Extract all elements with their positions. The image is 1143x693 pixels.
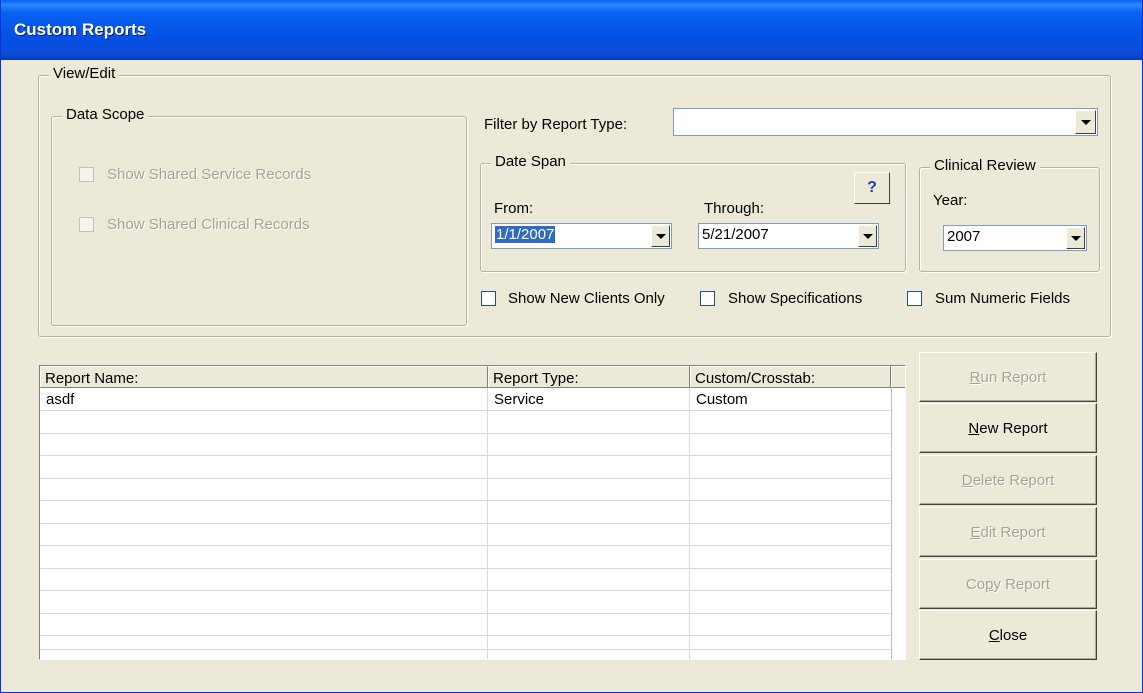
date-span-help-button[interactable]: ? (854, 172, 890, 204)
custom-reports-window: Custom Reports View/Edit Data Scope Show… (0, 0, 1143, 693)
show-shared-clinical-checkbox[interactable] (79, 217, 94, 232)
sum-numeric-fields-checkbox[interactable] (907, 291, 922, 306)
chevron-down-icon[interactable] (1075, 110, 1096, 134)
column-header-filler (891, 366, 905, 388)
report-name-cell: asdf (46, 391, 75, 408)
close-button[interactable]: Close (919, 610, 1097, 660)
row-gridline (40, 649, 891, 650)
edit-report-button[interactable]: Edit Report (919, 507, 1097, 557)
row-gridline (40, 500, 891, 501)
row-gridline (40, 455, 891, 456)
report-type-cell: Service (494, 391, 545, 408)
through-label: Through: (704, 200, 765, 217)
from-date-select[interactable]: 1/1/2007 (491, 223, 672, 249)
filter-report-type-label: Filter by Report Type: (484, 116, 628, 133)
through-date-value: 5/21/2007 (702, 226, 769, 243)
column-header-custom-crosstab[interactable]: Custom/Crosstab: (690, 366, 891, 388)
copy-report-label: y Report (993, 575, 1051, 593)
run-report-accelerator: R (969, 368, 981, 386)
clinical-review-group: Clinical Review (919, 157, 1100, 272)
row-gridline (40, 433, 891, 434)
row-gridline (40, 410, 891, 411)
edit-report-label: dit Report (980, 523, 1046, 541)
year-label: Year: (933, 192, 968, 209)
row-gridline (40, 523, 891, 524)
show-shared-service-checkbox[interactable] (79, 167, 94, 182)
new-report-accelerator: N (968, 419, 980, 437)
close-label: lose (999, 626, 1028, 644)
copy-report-accelerator: p (985, 575, 994, 593)
report-list[interactable]: Report Name: Report Type: Custom/Crossta… (39, 365, 906, 660)
chevron-down-icon[interactable] (651, 225, 670, 247)
row-gridline (40, 635, 891, 636)
delete-report-button[interactable]: Delete Report (919, 455, 1097, 505)
column-divider (891, 388, 892, 659)
title-bar[interactable]: Custom Reports (1, 0, 1142, 60)
from-label: From: (494, 200, 534, 217)
new-report-label: ew Report (979, 419, 1048, 437)
row-gridline (40, 590, 891, 591)
delete-report-accelerator: D (961, 471, 973, 489)
window-title: Custom Reports (14, 20, 147, 39)
new-report-button[interactable]: New Report (919, 403, 1097, 453)
copy-report-button[interactable]: Co p y Report (919, 559, 1097, 609)
row-gridline (40, 545, 891, 546)
column-header-report-type[interactable]: Report Type: (488, 366, 690, 388)
clinical-review-legend: Clinical Review (930, 157, 1040, 174)
year-select[interactable]: 2007 (943, 225, 1087, 251)
table-row[interactable]: asdf Service Custom (40, 388, 891, 410)
edit-report-accelerator: E (970, 523, 981, 541)
row-gridline (40, 478, 891, 479)
date-span-group: Date Span (480, 153, 906, 272)
column-divider (689, 388, 690, 659)
copy-report-label-pre: Co (965, 575, 986, 593)
view-edit-legend: View/Edit (49, 65, 120, 82)
column-header-report-name[interactable]: Report Name: (40, 366, 488, 388)
filter-report-type-select[interactable] (673, 108, 1098, 136)
custom-crosstab-cell: Custom (696, 391, 748, 408)
sum-numeric-fields-label: Sum Numeric Fields (935, 290, 1071, 307)
show-shared-clinical-label: Show Shared Clinical Records (107, 216, 310, 233)
row-gridline (40, 568, 891, 569)
column-divider (487, 388, 488, 659)
run-report-button[interactable]: Run Report (919, 352, 1097, 402)
delete-report-label: elete Report (972, 471, 1055, 489)
year-value: 2007 (947, 228, 981, 245)
chevron-down-icon[interactable] (1066, 227, 1085, 249)
close-accelerator: C (988, 626, 1000, 644)
show-new-clients-only-checkbox[interactable] (481, 291, 496, 306)
show-specifications-label: Show Specifications (728, 290, 863, 307)
date-span-legend: Date Span (491, 153, 570, 170)
row-gridline (40, 613, 891, 614)
chevron-down-icon[interactable] (858, 225, 877, 247)
run-report-label: un Report (980, 368, 1047, 386)
show-new-clients-only-label: Show New Clients Only (508, 290, 665, 307)
from-date-value: 1/1/2007 (495, 226, 556, 243)
show-shared-service-label: Show Shared Service Records (107, 166, 312, 183)
through-date-select[interactable]: 5/21/2007 (698, 223, 879, 249)
data-scope-legend: Data Scope (62, 106, 149, 123)
show-specifications-checkbox[interactable] (700, 291, 715, 306)
